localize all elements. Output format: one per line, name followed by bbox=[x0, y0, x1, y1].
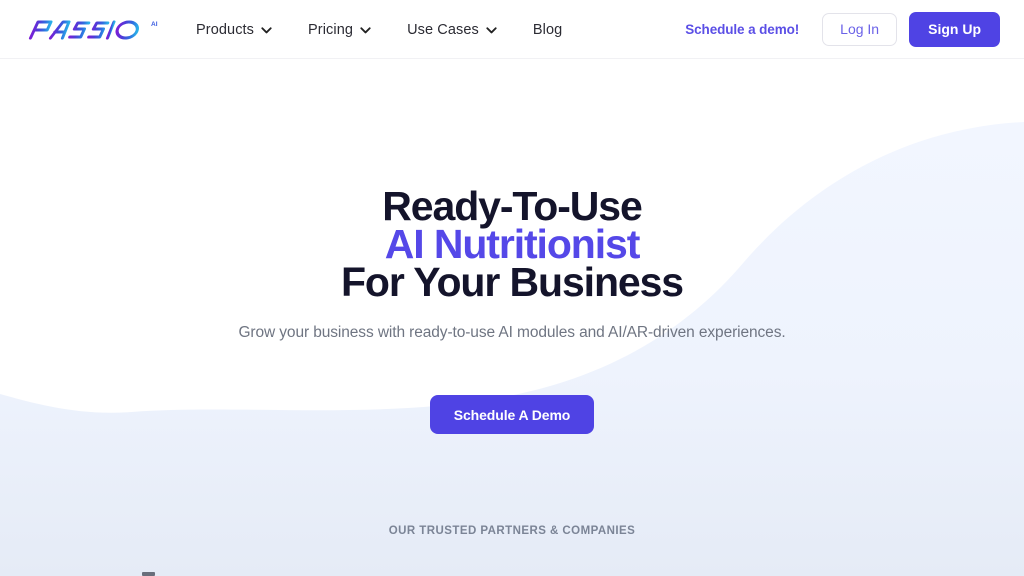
hero-cta-container: Schedule A Demo bbox=[0, 395, 1024, 434]
site-header: AI Products Pricing Use Cases Blog Sched… bbox=[0, 0, 1024, 59]
main-navigation: Products Pricing Use Cases Blog bbox=[196, 0, 562, 59]
hero-subheadline: Grow your business with ready-to-use AI … bbox=[238, 324, 786, 341]
svg-text:AI: AI bbox=[151, 21, 158, 28]
partner-logo-partial bbox=[142, 572, 155, 576]
page-title: Ready-To-Use AI Nutritionist For Your Bu… bbox=[0, 183, 1024, 305]
passio-logo-icon: AI bbox=[28, 20, 158, 40]
nav-item-pricing[interactable]: Pricing bbox=[308, 22, 371, 38]
nav-item-pricing-label: Pricing bbox=[308, 21, 354, 38]
nav-item-products[interactable]: Products bbox=[196, 22, 272, 38]
nav-item-products-label: Products bbox=[196, 21, 255, 38]
nav-item-use-cases-label: Use Cases bbox=[407, 21, 479, 38]
chevron-down-icon bbox=[360, 27, 371, 34]
headline-line-3: For Your Business bbox=[340, 259, 684, 305]
header-actions: Schedule a demo! Log In Sign Up bbox=[685, 0, 1000, 59]
schedule-demo-link[interactable]: Schedule a demo! bbox=[685, 22, 799, 37]
nav-item-blog-label: Blog bbox=[532, 21, 563, 38]
chevron-down-icon bbox=[486, 27, 497, 34]
trusted-partners-label: OUR TRUSTED PARTNERS & COMPANIES bbox=[388, 525, 636, 537]
brand-logo[interactable]: AI bbox=[25, 17, 165, 43]
hero-section: Ready-To-Use AI Nutritionist For Your Bu… bbox=[0, 59, 1024, 576]
schedule-demo-button[interactable]: Schedule A Demo bbox=[429, 395, 595, 434]
login-button[interactable]: Log In bbox=[822, 12, 898, 47]
chevron-down-icon bbox=[261, 27, 272, 34]
headline-line-1: Ready-To-Use bbox=[382, 183, 643, 229]
signup-button[interactable]: Sign Up bbox=[909, 11, 1000, 48]
nav-item-use-cases[interactable]: Use Cases bbox=[407, 22, 497, 38]
nav-item-blog[interactable]: Blog bbox=[533, 22, 562, 38]
landing-page: AI Products Pricing Use Cases Blog Sched… bbox=[0, 0, 1024, 576]
headline-line-2-accent: AI Nutritionist bbox=[384, 221, 641, 267]
